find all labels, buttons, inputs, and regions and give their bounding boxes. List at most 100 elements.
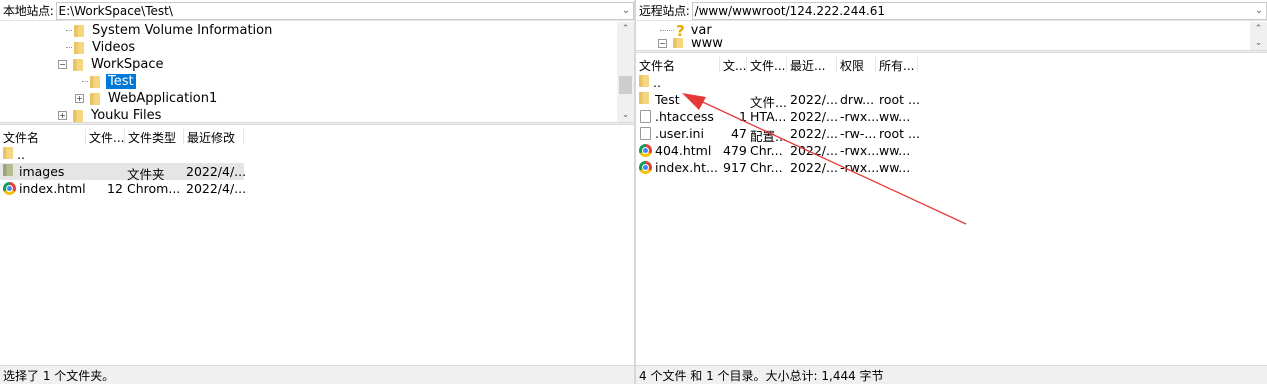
column-header-size[interactable]: 文件... (86, 129, 125, 145)
scroll-up-icon[interactable]: ⌃ (1250, 22, 1267, 36)
chrome-icon (3, 182, 16, 195)
folder-icon (3, 164, 13, 176)
list-item[interactable]: .. (0, 146, 634, 163)
remote-pane: 远程站点: /www/wwwroot/124.222.244.61 ⌄ ? va… (636, 0, 1267, 384)
folder-icon (90, 92, 100, 105)
collapse-icon[interactable]: − (58, 60, 67, 69)
remote-path-text: /www/wwwroot/124.222.244.61 (694, 3, 886, 18)
tree-item-label: WebApplication1 (108, 91, 218, 106)
folder-icon (90, 75, 100, 88)
list-item[interactable]: Test 文件... 2022/... drw... root ... (636, 91, 1267, 110)
column-header-owner[interactable]: 所有... (876, 57, 918, 73)
remote-status-text: 4 个文件 和 1 个目录。大小总计: 1,444 字节 (639, 368, 884, 383)
file-name: .. (17, 147, 25, 162)
local-pane: 本地站点: E:\WorkSpace\Test\ ⌄ System Volume… (0, 0, 634, 384)
tree-item-label: www (691, 38, 723, 48)
column-header-modified[interactable]: 最近... (787, 57, 837, 73)
tree-item-webapplication1[interactable]: + WebApplication1 (75, 90, 219, 107)
tree-item-system-volume-information[interactable]: System Volume Information (66, 22, 274, 39)
local-splitter[interactable] (0, 122, 634, 125)
folder-icon (73, 58, 83, 71)
file-type: Chr... (750, 143, 783, 158)
remote-path-input[interactable]: /www/wwwroot/124.222.244.61 ⌄ (691, 1, 1267, 20)
folder-icon (3, 147, 13, 159)
file-name: index.html (19, 181, 86, 196)
column-header-modified[interactable]: 最近修改 (184, 129, 244, 145)
local-path-input[interactable]: E:\WorkSpace\Test\ ⌄ (55, 1, 634, 20)
list-item[interactable]: .. (636, 74, 1267, 91)
file-modified: 2022/... (790, 160, 838, 175)
file-modified: 2022/... (790, 143, 838, 158)
column-header-filename[interactable]: 文件名 (636, 57, 720, 73)
collapse-icon[interactable]: − (658, 38, 667, 48)
tree-item-label: Test (106, 74, 136, 89)
chrome-icon (639, 144, 652, 157)
column-header-size[interactable]: 文... (720, 57, 747, 73)
tree-item-label: Youku Files (91, 108, 162, 122)
chevron-down-icon[interactable]: ⌄ (619, 5, 633, 16)
file-name: .htaccess (655, 109, 714, 124)
scroll-up-icon[interactable]: ⌃ (617, 22, 634, 36)
file-modified: 2022/4/... (186, 181, 247, 196)
tree-item-test[interactable]: Test (82, 73, 136, 90)
file-name: index.ht... (655, 160, 718, 175)
file-size: 917 (723, 160, 747, 175)
tree-item-label: WorkSpace (91, 57, 164, 72)
local-site-bar: 本地站点: E:\WorkSpace\Test\ ⌄ (0, 1, 634, 21)
file-name: .. (653, 75, 661, 90)
folder-icon (673, 38, 683, 48)
file-owner: ww... (879, 160, 911, 175)
tree-item-videos[interactable]: Videos (66, 39, 137, 56)
list-item[interactable]: 404.html 479 Chr... 2022/... -rwx... ww.… (636, 142, 1267, 159)
file-type: Chr... (750, 160, 783, 175)
list-item[interactable]: images 文件夹 2022/4/... (0, 163, 634, 182)
expand-icon[interactable]: + (58, 111, 67, 120)
scroll-down-icon[interactable]: ⌄ (617, 108, 634, 122)
tree-item-label: System Volume Information (92, 23, 273, 38)
file-owner: ww... (879, 143, 911, 158)
tree-item-label: var (690, 23, 712, 38)
tree-item-youku-files[interactable]: + Youku Files (58, 107, 163, 122)
remote-file-list: 文件名 文... 文件... 最近... 权限 所有... .. Test 文件… (636, 54, 1267, 365)
file-owner: root ... (879, 126, 920, 141)
file-size: 47 (731, 126, 747, 141)
scroll-thumb[interactable] (619, 76, 632, 94)
file-owner: root ... (879, 92, 920, 107)
file-size: 1 (739, 109, 747, 124)
folder-icon (74, 24, 84, 37)
list-item[interactable]: .user.ini 47 配置... 2022/... -rw-... root… (636, 125, 1267, 144)
local-list-header: 文件名 文件... 文件类型 最近修改 (0, 126, 634, 146)
chevron-down-icon[interactable]: ⌄ (1252, 5, 1266, 16)
local-tree-scrollbar[interactable]: ⌃ ⌄ (617, 22, 634, 122)
column-header-type[interactable]: 文件类型 (125, 129, 184, 145)
tree-item-workspace[interactable]: − WorkSpace (58, 56, 166, 73)
file-modified: 2022/4/... (186, 164, 247, 179)
list-item[interactable]: .htaccess 1 HTA... 2022/... -rwx... ww..… (636, 108, 1267, 125)
file-modified: 2022/... (790, 92, 838, 107)
file-owner: ww... (879, 109, 911, 124)
column-header-filename[interactable]: 文件名 (0, 129, 86, 145)
expand-icon[interactable]: + (75, 94, 84, 103)
file-name: Test (655, 92, 680, 107)
file-size: 479 (723, 143, 747, 158)
scroll-down-icon[interactable]: ⌄ (1250, 36, 1267, 50)
column-header-permissions[interactable]: 权限 (837, 57, 876, 73)
folder-icon (639, 75, 649, 87)
local-directory-tree: System Volume Information Videos − WorkS… (0, 22, 634, 122)
remote-tree-scrollbar[interactable]: ⌃ ⌄ (1250, 22, 1267, 52)
column-header-type[interactable]: 文件... (747, 57, 787, 73)
file-name: images (19, 164, 65, 179)
remote-directory-tree: ? var − www ⌃ ⌄ (636, 22, 1267, 52)
file-permissions: -rwx... (840, 109, 880, 124)
local-path-text: E:\WorkSpace\Test\ (58, 3, 173, 18)
tree-item-var[interactable]: ? var (660, 22, 714, 40)
tree-item-www[interactable]: − www (658, 38, 725, 48)
folder-icon (73, 109, 83, 122)
list-item[interactable]: index.ht... 917 Chr... 2022/... -rwx... … (636, 159, 1267, 176)
file-type: Chrom... (127, 181, 181, 196)
remote-splitter[interactable] (636, 50, 1267, 53)
list-item[interactable]: index.html 12 Chrom... 2022/4/... (0, 180, 634, 197)
folder-icon (74, 41, 84, 54)
local-status-text: 选择了 1 个文件夹。 (3, 368, 115, 383)
folder-icon (639, 92, 649, 104)
